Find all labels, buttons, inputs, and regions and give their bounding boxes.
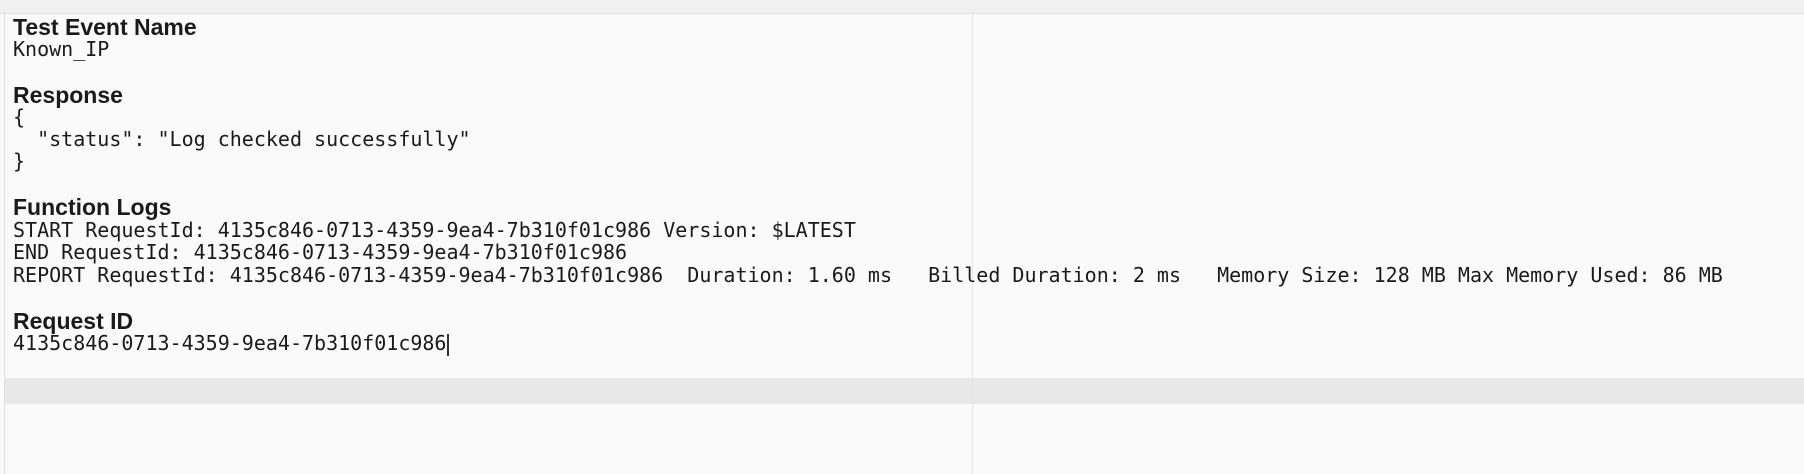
test-event-name-value[interactable]: Known_IP: [13, 36, 109, 62]
request-id-value[interactable]: 4135c846-0713-4359-9ea4-7b310f01c986: [13, 331, 446, 355]
response-line[interactable]: "status": "Log checked successfully": [13, 126, 470, 152]
response-line[interactable]: }: [13, 148, 25, 174]
response-heading: Response: [13, 82, 123, 108]
request-id-line[interactable]: 4135c846-0713-4359-9ea4-7b310f01c986: [13, 330, 450, 356]
execution-result-editor[interactable]: Test Event Name Known_IP Response { "sta…: [5, 14, 1804, 474]
print-margin-line: [972, 14, 973, 474]
text-cursor: [447, 333, 450, 356]
log-line-report[interactable]: REPORT RequestId: 4135c846-0713-4359-9ea…: [13, 262, 1723, 288]
top-toolbar-strip: [0, 0, 1804, 14]
active-line-highlight: [5, 378, 1804, 404]
